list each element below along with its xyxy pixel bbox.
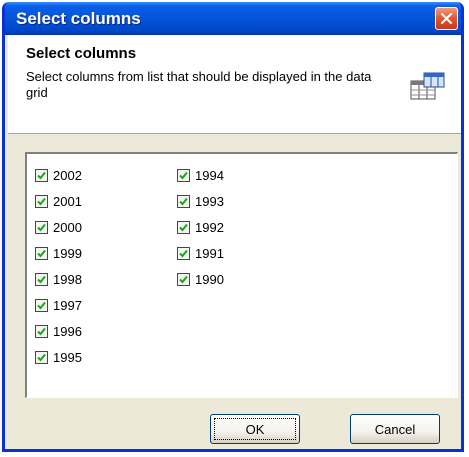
header-title: Select columns	[26, 45, 137, 62]
column-checkbox-item[interactable]: 2000	[35, 214, 82, 240]
column-checkbox-item[interactable]: 1995	[35, 344, 82, 370]
checkbox[interactable]	[35, 194, 48, 208]
column-label: 1998	[53, 271, 82, 287]
checkmark-icon	[37, 249, 46, 257]
title-bar[interactable]: Select columns	[5, 2, 461, 35]
checkmark-icon	[37, 171, 46, 179]
column-checkbox-item[interactable]: 1996	[35, 318, 82, 344]
columns-list-column-1: 2002 2001 2000 1999 1998 1997 1996 1995	[35, 162, 82, 370]
column-checkbox-item[interactable]: 1998	[35, 266, 82, 292]
header-description: Select columns from list that should be …	[26, 69, 372, 100]
dialog-window: Select columns Select columns Select col…	[2, 2, 464, 452]
checkmark-icon	[179, 249, 188, 257]
checkmark-icon	[37, 223, 46, 231]
columns-list[interactable]: 2002 2001 2000 1999 1998 1997 1996 1995 1994 199…	[25, 152, 458, 398]
checkmark-icon	[37, 327, 46, 335]
columns-table-icon	[410, 72, 445, 100]
checkbox[interactable]	[35, 272, 48, 286]
column-label: 1996	[53, 323, 82, 339]
checkmark-icon	[179, 275, 188, 283]
column-label: 1995	[53, 349, 82, 365]
checkmark-icon	[37, 301, 46, 309]
column-checkbox-item[interactable]: 2002	[35, 162, 82, 188]
checkbox[interactable]	[177, 272, 190, 286]
checkbox[interactable]	[177, 220, 190, 234]
checkmark-icon	[37, 197, 46, 205]
column-label: 1991	[195, 245, 224, 261]
checkbox[interactable]	[35, 220, 48, 234]
checkmark-icon	[179, 223, 188, 231]
checkbox[interactable]	[177, 168, 190, 182]
column-label: 2002	[53, 167, 82, 183]
column-checkbox-item[interactable]: 1997	[35, 292, 82, 318]
checkmark-icon	[179, 171, 188, 179]
column-checkbox-item[interactable]: 1992	[177, 214, 224, 240]
column-checkbox-item[interactable]: 2001	[35, 188, 82, 214]
column-label: 1999	[53, 245, 82, 261]
checkbox[interactable]	[35, 298, 48, 312]
checkmark-icon	[37, 353, 46, 361]
checkbox[interactable]	[177, 246, 190, 260]
checkbox[interactable]	[35, 246, 48, 260]
focus-ring	[214, 418, 296, 440]
checkmark-icon	[179, 197, 188, 205]
dialog-header: Select columns Select columns from list …	[8, 35, 461, 134]
column-checkbox-item[interactable]: 1994	[177, 162, 224, 188]
columns-list-column-2: 1994 1993 1992 1991 1990	[177, 162, 224, 292]
column-label: 2000	[53, 219, 82, 235]
column-label: 2001	[53, 193, 82, 209]
cancel-button[interactable]: Cancel	[350, 414, 440, 444]
ok-button[interactable]: OK	[210, 414, 300, 444]
column-label: 1997	[53, 297, 82, 313]
column-label: 1994	[195, 167, 224, 183]
column-label: 1992	[195, 219, 224, 235]
window-title: Select columns	[16, 9, 141, 28]
column-checkbox-item[interactable]: 1999	[35, 240, 82, 266]
close-button[interactable]	[435, 7, 458, 30]
column-label: 1990	[195, 271, 224, 287]
column-checkbox-item[interactable]: 1991	[177, 240, 224, 266]
checkmark-icon	[37, 275, 46, 283]
cancel-button-label: Cancel	[374, 421, 416, 437]
checkbox[interactable]	[177, 194, 190, 208]
column-checkbox-item[interactable]: 1993	[177, 188, 224, 214]
checkbox[interactable]	[35, 168, 48, 182]
checkbox[interactable]	[35, 324, 48, 338]
column-label: 1993	[195, 193, 224, 209]
column-checkbox-item[interactable]: 1990	[177, 266, 224, 292]
checkbox[interactable]	[35, 350, 48, 364]
close-icon	[440, 12, 453, 25]
